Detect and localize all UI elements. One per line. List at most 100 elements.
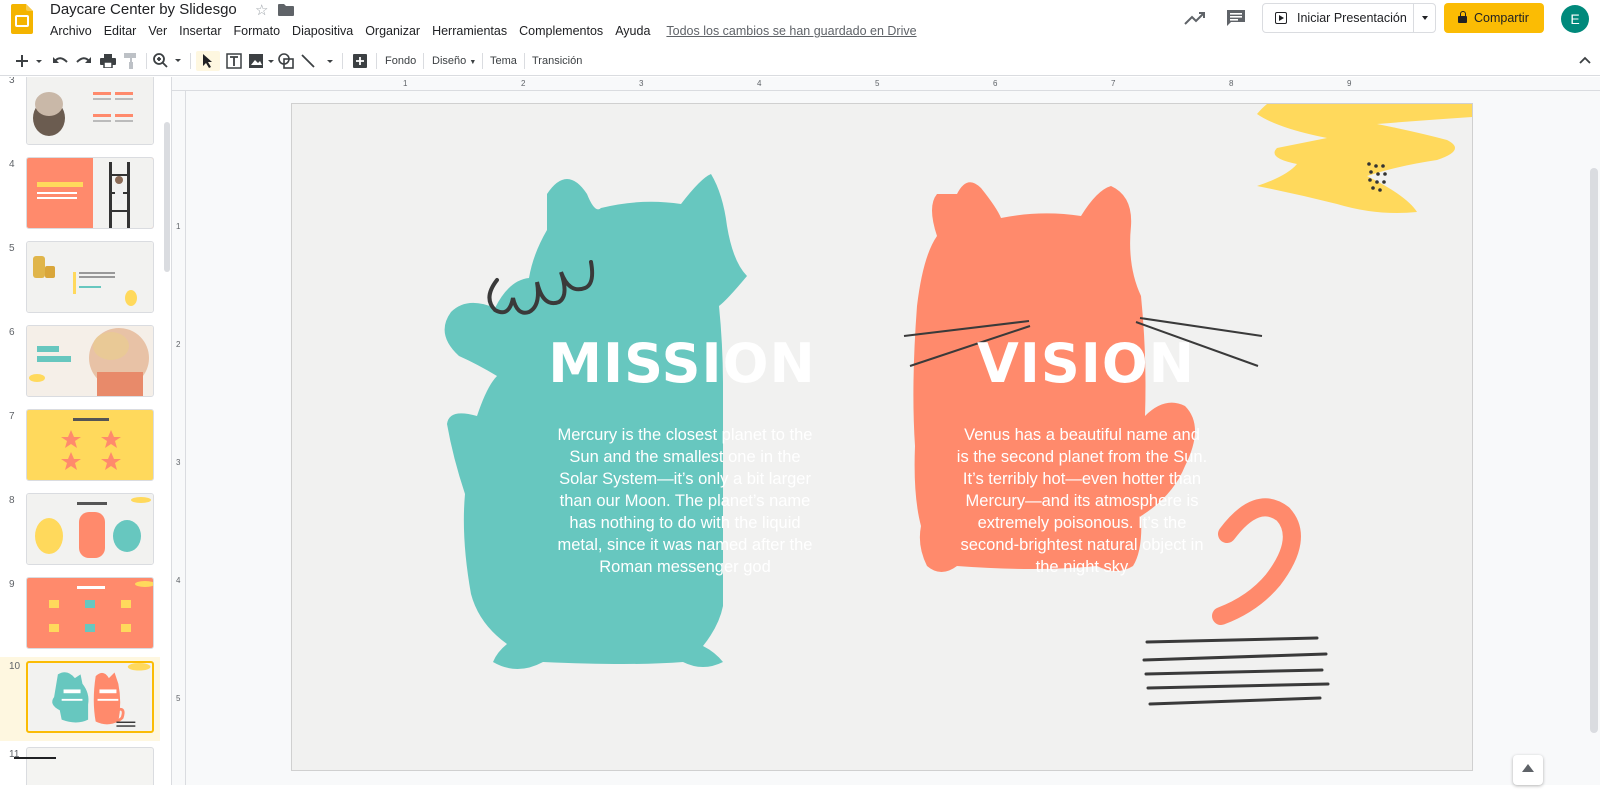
- ruler-number: 3: [639, 79, 644, 88]
- menu-complementos[interactable]: Complementos: [519, 24, 603, 38]
- start-presentation-button[interactable]: Iniciar Presentación: [1262, 3, 1436, 33]
- ruler-number: 9: [1347, 79, 1352, 88]
- menu-ver[interactable]: Ver: [148, 24, 167, 38]
- ruler-number: 7: [1111, 79, 1116, 88]
- slides-logo-icon[interactable]: [11, 4, 33, 34]
- present-label: Iniciar Presentación: [1297, 11, 1407, 25]
- filmstrip-slide[interactable]: 9: [0, 575, 160, 653]
- mission-body[interactable]: Mercury is the closest planet to the Sun…: [550, 424, 820, 578]
- filmstrip-slide[interactable]: 5: [0, 239, 160, 317]
- slide-number: 5: [9, 243, 15, 254]
- undo-button[interactable]: [50, 51, 70, 71]
- ruler-number: 2: [521, 79, 526, 88]
- saved-status-link[interactable]: Todos los cambios se han guardado en Dri…: [666, 24, 916, 38]
- avatar[interactable]: E: [1561, 5, 1589, 33]
- menu-ayuda[interactable]: Ayuda: [615, 24, 650, 38]
- ruler-number: 6: [993, 79, 998, 88]
- text-box-button[interactable]: [223, 51, 245, 71]
- slide-thumbnail[interactable]: [26, 661, 154, 733]
- print-button[interactable]: [98, 51, 118, 71]
- transition-button[interactable]: Transición: [532, 55, 582, 67]
- insert-image-button[interactable]: [248, 51, 276, 71]
- toolbar: Fondo Diseño ▼ Tema Transición: [0, 46, 1600, 76]
- add-comment-button[interactable]: [350, 51, 370, 71]
- redo-button[interactable]: [74, 51, 94, 71]
- filmstrip-slide[interactable]: 11: [0, 745, 160, 785]
- image-icon: [249, 54, 274, 68]
- undo-icon: [53, 57, 68, 63]
- line-icon: [301, 54, 333, 68]
- slide-thumbnail[interactable]: [26, 493, 154, 565]
- vertical-ruler[interactable]: 1 2 3 4 5: [172, 91, 186, 785]
- thumbnail-preview: [27, 494, 153, 564]
- shape-button[interactable]: [278, 51, 294, 71]
- folder-icon[interactable]: [278, 4, 294, 16]
- app-header: Daycare Center by Slidesgo ☆ Archivo Edi…: [0, 0, 1600, 44]
- thumbnail-preview: [27, 158, 153, 228]
- slide-number: 7: [9, 411, 15, 422]
- menu-formato[interactable]: Formato: [234, 24, 281, 38]
- vision-body[interactable]: Venus has a beautiful name and is the se…: [956, 424, 1208, 578]
- background-button[interactable]: Fondo: [385, 55, 416, 67]
- slide-thumbnail[interactable]: [26, 577, 154, 649]
- canvas-scrollbar[interactable]: [1590, 168, 1598, 733]
- explore-icon: [1522, 764, 1534, 772]
- teal-creature-shape: [444, 174, 747, 669]
- zoom-button[interactable]: [152, 51, 184, 71]
- toolbar-divider: [376, 53, 377, 69]
- toolbar-divider: [524, 53, 525, 69]
- slide-thumbnail[interactable]: [26, 157, 154, 229]
- new-slide-button[interactable]: [12, 51, 44, 71]
- mission-title[interactable]: MISSION: [548, 332, 816, 395]
- thumbnail-preview: [27, 242, 153, 312]
- share-button[interactable]: Compartir: [1444, 3, 1544, 33]
- slide-number: 6: [9, 327, 15, 338]
- filmstrip-slide[interactable]: 6: [0, 323, 160, 401]
- ruler-number: 4: [176, 576, 181, 585]
- stripes-decoration: [1142, 636, 1330, 706]
- shape-icon: [278, 53, 294, 69]
- vision-title[interactable]: VISION: [952, 332, 1220, 395]
- filmstrip-scrollbar[interactable]: [164, 122, 170, 272]
- menu-archivo[interactable]: Archivo: [50, 24, 92, 38]
- menu-editar[interactable]: Editar: [104, 24, 137, 38]
- filmstrip-slide[interactable]: 3: [0, 77, 160, 149]
- paint-format-icon: [124, 53, 136, 69]
- star-icon[interactable]: ☆: [255, 1, 268, 19]
- add-comment-icon: [353, 54, 367, 68]
- slide-thumbnail[interactable]: [26, 409, 154, 481]
- filmstrip-underline: [14, 757, 56, 759]
- menu-insertar[interactable]: Insertar: [179, 24, 221, 38]
- paint-format-button[interactable]: [121, 51, 141, 71]
- lock-icon: [1458, 11, 1467, 23]
- filmstrip-slide-selected[interactable]: 10: [0, 657, 160, 741]
- comments-icon[interactable]: [1226, 9, 1246, 27]
- filmstrip-slide[interactable]: 8: [0, 491, 160, 569]
- line-tool-button[interactable]: [300, 51, 336, 71]
- select-tool-button[interactable]: [196, 51, 220, 71]
- slide-filmstrip: 3 4 5 6 7 8 9 10 11: [0, 77, 172, 785]
- explore-button[interactable]: [1513, 755, 1543, 785]
- zoom-icon: [153, 53, 181, 68]
- present-icon: [1275, 12, 1287, 24]
- slide-thumbnail[interactable]: [26, 77, 154, 145]
- slide-thumbnail[interactable]: [26, 747, 154, 785]
- present-options-dropdown[interactable]: [1413, 3, 1435, 33]
- chevron-up-icon[interactable]: [1579, 56, 1591, 64]
- slide-number: 9: [9, 579, 15, 590]
- horizontal-ruler[interactable]: 1 2 3 4 5 6 7 8 9: [172, 77, 1600, 91]
- menu-herramientas[interactable]: Herramientas: [432, 24, 507, 38]
- menu-organizar[interactable]: Organizar: [365, 24, 420, 38]
- menu-diapositiva[interactable]: Diapositiva: [292, 24, 353, 38]
- slide-canvas[interactable]: MISSION Mercury is the closest planet to…: [292, 104, 1472, 770]
- toolbar-divider: [190, 53, 191, 69]
- slide-thumbnail[interactable]: [26, 325, 154, 397]
- filmstrip-slide[interactable]: 4: [0, 155, 160, 233]
- layout-button[interactable]: Diseño ▼: [432, 55, 476, 67]
- filmstrip-slide[interactable]: 7: [0, 407, 160, 485]
- toolbar-divider: [146, 53, 147, 69]
- activity-trend-icon[interactable]: [1184, 10, 1206, 26]
- slide-thumbnail[interactable]: [26, 241, 154, 313]
- document-title[interactable]: Daycare Center by Slidesgo: [50, 1, 237, 18]
- theme-button[interactable]: Tema: [490, 55, 517, 67]
